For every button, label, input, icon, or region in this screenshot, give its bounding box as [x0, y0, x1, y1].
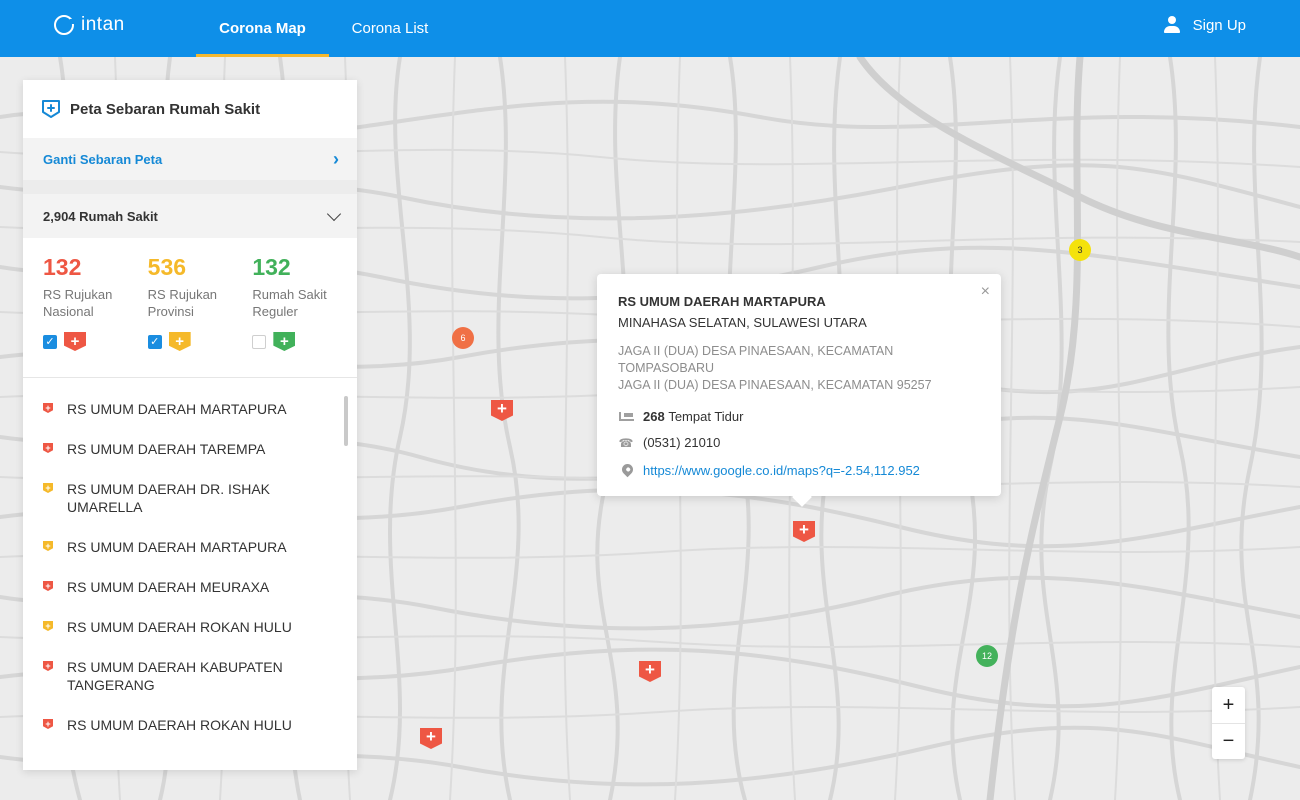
hospital-name: RS UMUM DAERAH ROKAN HULU: [67, 717, 292, 733]
panel-title: Peta Sebaran Rumah Sakit: [70, 100, 261, 118]
popup-address-line: JAGA II (DUA) DESA PINAESAAN, KECAMATAN …: [618, 344, 894, 375]
close-icon[interactable]: ×: [981, 283, 990, 301]
hospital-name: RS UMUM DAERAH TAREMPA: [67, 441, 266, 457]
list-scrollbar[interactable]: [344, 396, 348, 446]
stat-rumah-sakit-reguler: 132 Rumah Sakit Reguler +: [252, 254, 357, 377]
hospital-count-label: 2,904 Rumah Sakit: [43, 208, 158, 224]
stat-rujukan-provinsi: 536 RS Rujukan Provinsi ✓ +: [147, 254, 253, 377]
cluster-count: 3: [1077, 245, 1083, 255]
cluster-marker[interactable]: 12: [976, 645, 998, 667]
logo-ring-icon: [54, 15, 75, 35]
user-icon: [1163, 16, 1181, 34]
hospital-list-item[interactable]: + RS UMUM DAERAH DR. ISHAK UMARELLA: [23, 480, 357, 516]
filter-checkbox-provinsi[interactable]: ✓: [147, 334, 162, 349]
cluster-count: 12: [981, 651, 992, 661]
stat-value: 132: [43, 254, 82, 280]
section-divider: [23, 180, 357, 194]
chevron-down-icon: [326, 206, 342, 221]
app-logo[interactable]: intan: [54, 14, 125, 36]
hospital-panel: Peta Sebaran Rumah Sakit Ganti Sebaran P…: [23, 80, 357, 770]
popup-hospital-name: RS UMUM DAERAH MARTAPURA: [618, 294, 826, 309]
panel-header: Peta Sebaran Rumah Sakit: [23, 80, 357, 138]
zoom-out-button[interactable]: −: [1212, 723, 1245, 759]
hospital-info-popup: × RS UMUM DAERAH MARTAPURA MINAHASA SELA…: [597, 274, 1001, 496]
popup-beds-row: 268 Tempat Tidur: [618, 409, 979, 424]
hospital-type-icon: +: [43, 483, 53, 493]
hospital-badge-icon: +: [64, 332, 86, 351]
zoom-control: + −: [1212, 687, 1245, 759]
popup-phone: (0531) 21010: [643, 435, 721, 450]
stat-rujukan-nasional: 132 RS Rujukan Nasional ✓ +: [43, 254, 148, 377]
cluster-marker[interactable]: 6: [452, 327, 474, 349]
hospital-list[interactable]: + RS UMUM DAERAH MARTAPURA + RS UMUM DAERAH…: [23, 378, 357, 768]
hospital-list-item[interactable]: + RS UMUM DAERAH MARTAPURA: [23, 538, 357, 556]
hospital-name: RS UMUM DAERAH DR. ISHAK UMARELLA: [67, 481, 271, 515]
hospital-type-icon: +: [43, 719, 53, 729]
stat-value: 536: [147, 254, 187, 280]
popup-phone-row: ☎ (0531) 21010: [618, 435, 979, 450]
sign-up-button[interactable]: Sign Up: [1163, 16, 1246, 34]
chevron-right-icon: ›: [333, 148, 339, 169]
nav-tab-corona-list[interactable]: Corona List: [340, 0, 440, 57]
bed-label: Tempat Tidur: [668, 409, 744, 424]
hospital-type-icon: +: [43, 541, 53, 551]
bed-icon: [618, 411, 634, 421]
filter-checkbox-nasional[interactable]: ✓: [43, 334, 57, 349]
hospital-type-icon: +: [43, 403, 53, 413]
popup-link-row: https://www.google.co.id/maps?q=-2.54,11…: [618, 461, 979, 478]
popup-address-line: JAGA II (DUA) DESA PINAESAAN, KECAMATAN …: [618, 378, 932, 392]
stat-value: 132: [252, 254, 291, 280]
phone-icon: ☎: [618, 435, 634, 450]
stat-label: RS Rujukan Provinsi: [147, 287, 218, 319]
change-map-label: Ganti Sebaran Peta: [43, 151, 163, 167]
map-pin-icon: [619, 461, 636, 477]
hospital-list-item[interactable]: + RS UMUM DAERAH MEURAXA: [23, 578, 357, 596]
cluster-marker[interactable]: 3: [1069, 239, 1091, 261]
stat-label: Rumah Sakit Reguler: [252, 287, 327, 319]
popup-region: MINAHASA SELATAN, SULAWESI UTARA: [618, 315, 867, 330]
hospital-stats: 132 RS Rujukan Nasional ✓ + 536 RS Rujuk…: [23, 238, 357, 378]
popup-address: JAGA II (DUA) DESA PINAESAAN, KECAMATAN …: [618, 343, 979, 394]
top-navigation-bar: intan Corona Map Corona List Sign Up: [0, 0, 1300, 57]
hospital-name: RS UMUM DAERAH ROKAN HULU: [67, 619, 292, 635]
hospital-count-dropdown[interactable]: 2,904 Rumah Sakit: [23, 194, 357, 238]
shield-plus-icon: [42, 100, 60, 118]
filter-checkbox-reguler[interactable]: [252, 334, 267, 349]
hospital-name: RS UMUM DAERAH KABUPATEN TANGERANG: [67, 659, 283, 693]
google-maps-link[interactable]: https://www.google.co.id/maps?q=-2.54,11…: [643, 463, 920, 478]
hospital-list-item[interactable]: + RS UMUM DAERAH MARTAPURA: [23, 400, 357, 418]
hospital-name: RS UMUM DAERAH MEURAXA: [67, 579, 270, 595]
cluster-count: 6: [460, 333, 466, 343]
zoom-in-button[interactable]: +: [1212, 687, 1245, 723]
change-map-button[interactable]: Ganti Sebaran Peta ›: [23, 138, 357, 180]
hospital-list-item[interactable]: + RS UMUM DAERAH ROKAN HULU: [23, 618, 357, 636]
logo-text: intan: [81, 14, 125, 35]
hospital-list-item[interactable]: + RS UMUM DAERAH TAREMPA: [23, 440, 357, 458]
nav-tab-corona-map[interactable]: Corona Map: [196, 0, 329, 57]
hospital-list-item[interactable]: + RS UMUM DAERAH KABUPATEN TANGERANG: [23, 658, 357, 694]
hospital-type-icon: +: [43, 621, 53, 631]
bed-count: 268: [643, 409, 665, 424]
hospital-type-icon: +: [43, 443, 53, 453]
hospital-badge-icon: +: [273, 332, 296, 351]
stat-label: RS Rujukan Nasional: [43, 287, 113, 319]
hospital-name: RS UMUM DAERAH MARTAPURA: [67, 401, 287, 417]
sign-up-label: Sign Up: [1192, 16, 1246, 34]
hospital-type-icon: +: [43, 661, 53, 671]
hospital-type-icon: +: [43, 581, 53, 591]
hospital-badge-icon: +: [168, 332, 191, 351]
hospital-name: RS UMUM DAERAH MARTAPURA: [67, 539, 287, 555]
hospital-list-item[interactable]: + RS UMUM DAERAH ROKAN HULU: [23, 716, 357, 734]
